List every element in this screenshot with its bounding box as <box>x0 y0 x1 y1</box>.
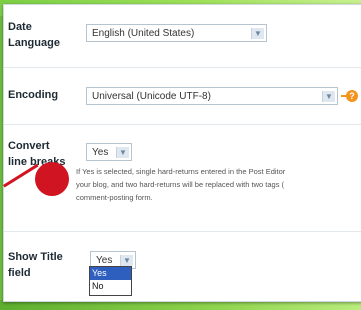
chevron-down-icon[interactable]: ▼ <box>251 28 264 39</box>
convert-line-breaks-select[interactable]: Yes ▼ <box>86 143 132 161</box>
help-text-line2: your blog, and two hard-returns will be … <box>76 180 285 189</box>
date-language-value: English (United States) <box>92 28 195 39</box>
convert-line-breaks-value: Yes <box>92 147 109 158</box>
dropdown-option-yes[interactable]: Yes <box>90 267 131 280</box>
help-text-line1: If Yes is selected, single hard-returns … <box>76 167 286 176</box>
chevron-down-icon[interactable]: ▼ <box>322 91 335 102</box>
help-text-line3: comment-posting form. <box>76 193 153 202</box>
show-title-field-dropdown[interactable]: Yes No <box>89 266 132 296</box>
encoding-value: Universal (Unicode UTF-8) <box>92 91 211 102</box>
convert-line-breaks-label-line1: Convert <box>8 140 50 152</box>
date-language-label: Date Language <box>8 19 60 51</box>
settings-panel: Date Language English (United States) ▼ … <box>3 4 361 302</box>
row-divider <box>4 231 361 232</box>
show-title-field-label-line1: Show Title <box>8 251 63 263</box>
date-language-label-line1: Date <box>8 21 32 33</box>
encoding-label: Encoding <box>8 89 59 101</box>
chevron-down-icon[interactable]: ▼ <box>120 255 133 266</box>
convert-line-breaks-help: If Yes is selected, single hard-returns … <box>76 165 285 204</box>
encoding-select[interactable]: Universal (Unicode UTF-8) ▼ <box>86 87 338 105</box>
row-divider <box>4 67 361 68</box>
date-language-label-line2: Language <box>8 37 60 49</box>
annotation-pointer-dot <box>35 162 69 196</box>
show-title-field-label-line2: field <box>8 267 31 279</box>
dropdown-option-no[interactable]: No <box>90 280 131 293</box>
chevron-down-icon[interactable]: ▼ <box>116 147 129 158</box>
help-icon[interactable]: ? <box>346 90 358 102</box>
row-divider <box>4 124 361 125</box>
show-title-field-label: Show Title field <box>8 249 63 281</box>
date-language-select[interactable]: English (United States) ▼ <box>86 24 267 42</box>
